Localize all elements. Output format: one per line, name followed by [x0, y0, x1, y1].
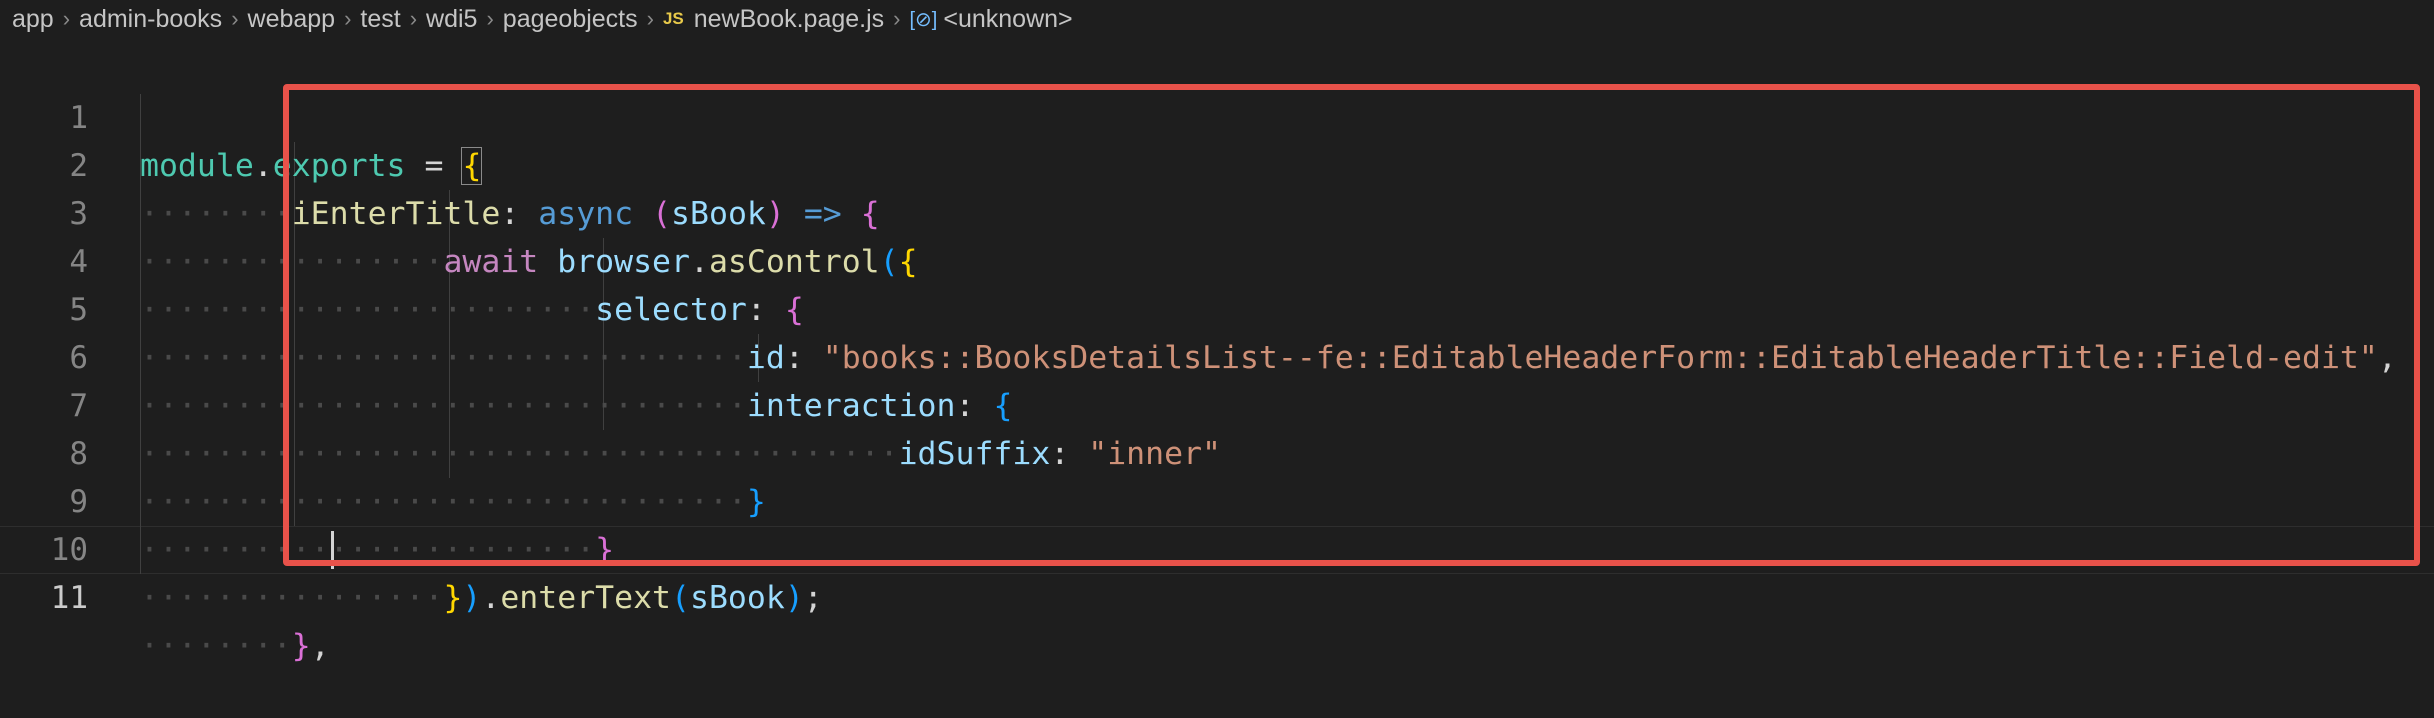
breadcrumb-item-admin-books[interactable]: admin-books	[79, 5, 222, 34]
chevron-right-icon: ›	[62, 6, 71, 31]
symbol-namespace-icon: [⊘]	[909, 8, 938, 31]
line-number: 11	[50, 580, 88, 616]
breadcrumb-item-file[interactable]: newBook.page.js	[694, 5, 884, 34]
highlight-annotation-box	[283, 84, 2420, 566]
breadcrumb-item-symbol[interactable]: <unknown>	[943, 5, 1072, 34]
chevron-right-icon: ›	[344, 6, 352, 31]
chevron-right-icon: ›	[486, 6, 494, 31]
breadcrumb: app › admin-books › webapp › test › wdi5…	[12, 2, 1073, 36]
chevron-right-icon: ›	[231, 6, 239, 31]
chevron-right-icon: ›	[409, 6, 418, 31]
chevron-right-icon: ›	[893, 6, 901, 31]
breadcrumb-item-webapp[interactable]: webapp	[248, 5, 336, 34]
breadcrumb-item-app[interactable]: app	[12, 5, 54, 34]
breadcrumb-item-pageobjects[interactable]: pageobjects	[503, 5, 638, 34]
breadcrumb-item-wdi5[interactable]: wdi5	[426, 5, 477, 34]
chevron-right-icon: ›	[646, 6, 654, 31]
javascript-file-icon: JS	[662, 9, 684, 28]
breadcrumb-item-test[interactable]: test	[360, 5, 400, 34]
